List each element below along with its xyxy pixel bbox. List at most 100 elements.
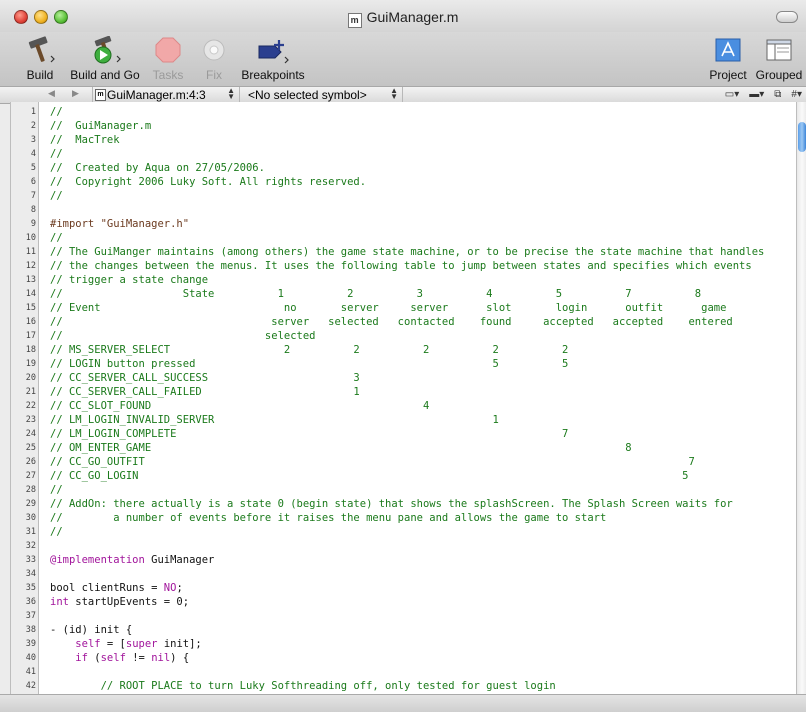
build-and-go-button[interactable]: Build and Go: [68, 36, 142, 82]
breakpoints-button[interactable]: Breakpoints: [238, 36, 308, 82]
line-number: 9: [30, 219, 36, 229]
line-number: 32: [25, 541, 36, 551]
code-line[interactable]: 33 @implementation GuiManager: [11, 553, 797, 567]
code-line[interactable]: 40 if (self != nil) {: [11, 651, 797, 665]
tasks-button[interactable]: Tasks: [148, 36, 188, 82]
line-text: // LM_LOGIN_INVALID_SERVER 1: [50, 414, 499, 426]
file-location: GuiManager.m:4:3: [107, 88, 206, 102]
line-text: // AddOn: there actually is a state 0 (b…: [50, 498, 733, 510]
code-line[interactable]: 9 #import "GuiManager.h": [11, 217, 797, 231]
code-token: nil: [151, 652, 171, 664]
code-line[interactable]: 42 // ROOT PLACE to turn Luky Softhreadi…: [11, 679, 797, 693]
code-line[interactable]: 34: [11, 567, 797, 581]
code-line[interactable]: 28 //: [11, 483, 797, 497]
includes-icon[interactable]: #▾: [791, 89, 802, 100]
line-text: //: [50, 148, 63, 160]
line-number: 36: [25, 597, 36, 607]
code-token: = [: [100, 638, 126, 650]
breakpoints-menu-icon[interactable]: ▬▾: [749, 89, 764, 100]
breakpoint-icon: [238, 36, 308, 64]
document-icon: m: [347, 13, 362, 28]
line-number: 3: [30, 135, 36, 145]
line-number: 28: [25, 485, 36, 495]
line-number: 17: [25, 331, 36, 341]
bookmarks-icon[interactable]: ▭▾: [725, 89, 739, 100]
vertical-scrollbar[interactable]: [796, 102, 806, 694]
file-history-popup[interactable]: m GuiManager.m:4:3 ▲ ▼: [92, 87, 240, 103]
toolbar-toggle-button[interactable]: [776, 11, 798, 23]
line-text: int startUpEvents = 0;: [50, 595, 189, 609]
code-line[interactable]: 38 - (id) init {: [11, 623, 797, 637]
code-line[interactable]: 16 // server selected contacted found acc…: [11, 315, 797, 329]
code-line[interactable]: 21 // CC_SERVER_CALL_FAILED 1: [11, 385, 797, 399]
code-line[interactable]: 37: [11, 609, 797, 623]
line-text: @implementation GuiManager: [50, 553, 214, 567]
project-button[interactable]: Project: [706, 36, 750, 82]
scroll-thumb[interactable]: [798, 122, 806, 152]
symbol-popup[interactable]: <No selected symbol> ▲ ▼: [240, 87, 403, 103]
fix-label: Fix: [206, 68, 222, 82]
code-line[interactable]: 22 // CC_SLOT_FOUND 4: [11, 399, 797, 413]
code-line[interactable]: 15 // Event no server server slot login o…: [11, 301, 797, 315]
code-line[interactable]: 13 // trigger a state change: [11, 273, 797, 287]
line-number: 25: [25, 443, 36, 453]
line-text: // ROOT PLACE to turn Luky Softhreading …: [50, 680, 556, 692]
code-line[interactable]: 32: [11, 539, 797, 553]
window-title-text: GuiManager.m: [366, 9, 459, 25]
code-line[interactable]: 11 // The GuiManger maintains (among othe…: [11, 245, 797, 259]
code-token: @implementation: [50, 554, 145, 566]
code-line[interactable]: 20 // CC_SERVER_CALL_SUCCESS 3: [11, 371, 797, 385]
code-line[interactable]: 29 // AddOn: there actually is a state 0 …: [11, 497, 797, 511]
updown-arrows-icon: ▲ ▼: [390, 86, 398, 101]
back-arrow-icon[interactable]: ◀: [48, 88, 55, 99]
code-line[interactable]: 10 //: [11, 231, 797, 245]
line-number: 20: [25, 373, 36, 383]
code-line[interactable]: 19 // LOGIN button pressed 5 5: [11, 357, 797, 371]
line-number: 37: [25, 611, 36, 621]
line-text: //: [50, 526, 63, 538]
line-text: //: [50, 190, 63, 202]
code-line[interactable]: 1 //: [11, 105, 797, 119]
line-number: 23: [25, 415, 36, 425]
title-bar[interactable]: m GuiManager.m: [0, 0, 806, 32]
code-line[interactable]: 35 bool clientRuns = NO;: [11, 581, 797, 595]
code-token: ;: [176, 582, 183, 594]
line-text: // MacTrek: [50, 134, 120, 146]
code-line[interactable]: 7 //: [11, 189, 797, 203]
code-line[interactable]: 6 // Copyright 2006 Luky Soft. All rights…: [11, 175, 797, 189]
code-line[interactable]: 26 // CC_GO_OUTFIT 7: [11, 455, 797, 469]
grouped-button[interactable]: Grouped: [754, 36, 804, 82]
code-line[interactable]: 31 //: [11, 525, 797, 539]
forward-arrow-icon[interactable]: ▶: [72, 88, 79, 99]
code-line[interactable]: 4 //: [11, 147, 797, 161]
breakpoints-label: Breakpoints: [241, 68, 305, 82]
code-line[interactable]: 24 // LM_LOGIN_COMPLETE 7: [11, 427, 797, 441]
code-line[interactable]: 2 // GuiManager.m: [11, 119, 797, 133]
line-number: 39: [25, 639, 36, 649]
code-line[interactable]: 36 int startUpEvents = 0;: [11, 595, 797, 609]
code-line[interactable]: 5 // Created by Aqua on 27/05/2006.: [11, 161, 797, 175]
line-number: 10: [25, 233, 36, 243]
code-token: (: [87, 652, 101, 664]
code-line[interactable]: 14 // State 1 2 3 4 5 7 8: [11, 287, 797, 301]
code-line[interactable]: 8: [11, 203, 797, 217]
counterpart-icon[interactable]: ⧉: [774, 89, 781, 100]
build-button[interactable]: Build: [16, 36, 64, 82]
code-line[interactable]: 27 // CC_GO_LOGIN 5: [11, 469, 797, 483]
code-line[interactable]: 41: [11, 665, 797, 679]
code-line[interactable]: 17 // selected: [11, 329, 797, 343]
code-line[interactable]: 12 // the changes between the menus. It u…: [11, 259, 797, 273]
code-editor[interactable]: 1 // 2 // GuiManager.m 3 // MacTrek 4 // 5 // Cre…: [10, 102, 797, 694]
code-line[interactable]: 39 self = [super init];: [11, 637, 797, 651]
code-line[interactable]: 30 // a number of events before it raises…: [11, 511, 797, 525]
code-line[interactable]: 3 // MacTrek: [11, 133, 797, 147]
code-line[interactable]: 18 // MS_SERVER_SELECT 2 2 2 2 2: [11, 343, 797, 357]
code-line[interactable]: 23 // LM_LOGIN_INVALID_SERVER 1: [11, 413, 797, 427]
line-number: 8: [30, 205, 36, 215]
line-number: 27: [25, 471, 36, 481]
line-text: // State 1 2 3 4 5 7 8: [50, 288, 702, 300]
fix-button[interactable]: Fix: [196, 36, 232, 82]
code-line[interactable]: 25 // OM_ENTER_GAME 8: [11, 441, 797, 455]
build-label: Build: [26, 68, 54, 82]
